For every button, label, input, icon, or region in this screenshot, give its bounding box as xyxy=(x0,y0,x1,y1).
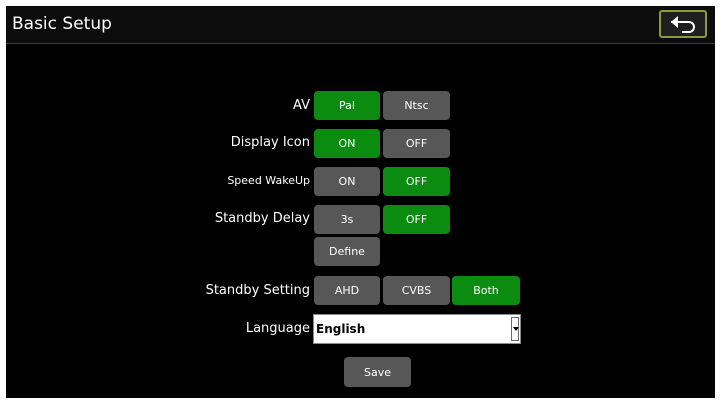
standby-setting-cvbs-button[interactable]: CVBS xyxy=(383,276,450,305)
speed-wakeup-label: Speed WakeUp xyxy=(227,174,310,187)
standby-setting-both-button[interactable]: Both xyxy=(452,276,520,305)
language-value: English xyxy=(316,322,366,336)
back-arrow-icon xyxy=(671,16,695,33)
speed-wakeup-on-button[interactable]: ON xyxy=(314,167,380,196)
header-bar: Basic Setup xyxy=(6,6,715,44)
av-ntsc-button[interactable]: Ntsc xyxy=(383,91,450,120)
standby-setting-ahd-button[interactable]: AHD xyxy=(314,276,380,305)
standby-delay-off-button[interactable]: OFF xyxy=(383,205,450,234)
dropdown-arrow-icon[interactable] xyxy=(511,317,519,341)
language-label: Language xyxy=(245,321,310,336)
display-icon-on-button[interactable]: ON xyxy=(314,129,380,158)
back-button[interactable] xyxy=(659,10,707,38)
standby-delay-define-button[interactable]: Define xyxy=(314,237,380,266)
standby-delay-3s-button[interactable]: 3s xyxy=(314,205,380,234)
av-pal-button[interactable]: Pal xyxy=(314,91,380,120)
av-label: AV xyxy=(293,98,310,113)
standby-delay-label: Standby Delay xyxy=(214,211,310,226)
basic-setup-screen: Basic Setup AV Pal Ntsc Display Icon ON … xyxy=(6,6,715,398)
language-select[interactable]: English xyxy=(313,314,521,344)
speed-wakeup-off-button[interactable]: OFF xyxy=(383,167,450,196)
page-title: Basic Setup xyxy=(12,14,112,34)
display-icon-off-button[interactable]: OFF xyxy=(383,129,450,158)
display-icon-label: Display Icon xyxy=(230,135,310,150)
standby-setting-label: Standby Setting xyxy=(205,283,310,298)
save-button[interactable]: Save xyxy=(344,357,411,387)
